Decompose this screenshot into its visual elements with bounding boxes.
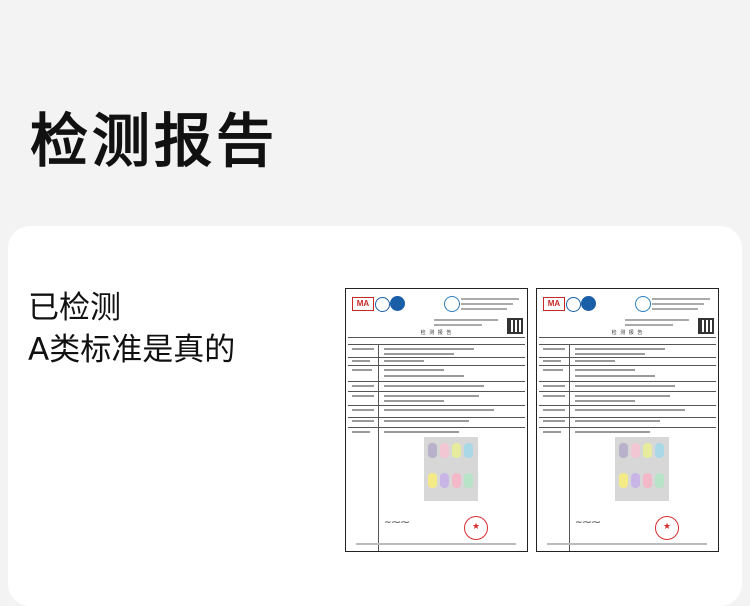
sample-sock <box>631 473 640 488</box>
sample-sock <box>440 473 449 488</box>
sample-sock <box>643 473 652 488</box>
page-title: 检测报告 <box>30 107 279 175</box>
testing-org-logo-icon <box>635 296 651 312</box>
test-report-image-1: MA 检 测 报 告 ~⁓⁓ ★ <box>345 288 528 552</box>
cnas-logo-icon <box>581 296 596 311</box>
cma-logo-icon: MA <box>543 297 565 311</box>
cnas-logo-icon <box>390 296 405 311</box>
sample-sock <box>619 473 628 488</box>
sample-sock <box>619 443 628 458</box>
sample-sock <box>655 443 664 458</box>
signature: ~⁓⁓ <box>575 518 601 528</box>
report-header: MA <box>541 293 714 315</box>
ilac-logo-icon <box>566 297 581 312</box>
report-title: 检 测 报 告 <box>611 330 644 336</box>
red-seal-stamp-icon: ★ <box>464 516 488 540</box>
sample-sock <box>428 473 437 488</box>
sample-sock <box>452 473 461 488</box>
claim-line-1: 已检测 <box>28 290 121 326</box>
sample-sock <box>631 443 640 458</box>
sample-sock <box>452 443 461 458</box>
report-title: 检 测 报 告 <box>420 330 453 336</box>
claim-text: 已检测 A类标准是真的 <box>28 288 235 372</box>
sample-sock <box>643 443 652 458</box>
sample-sock <box>464 443 473 458</box>
cma-logo-icon: MA <box>352 297 374 311</box>
report-header: MA <box>350 293 523 315</box>
signature: ~⁓⁓ <box>384 518 410 528</box>
ilac-logo-icon <box>375 297 390 312</box>
sample-sock <box>428 443 437 458</box>
sample-sock <box>440 443 449 458</box>
claim-line-2: A类标准是真的 <box>28 331 236 368</box>
sample-sock <box>655 473 664 488</box>
test-report-image-2: MA 检 测 报 告 ~⁓⁓ ★ <box>536 288 719 552</box>
sample-photo <box>615 437 669 501</box>
sample-photo <box>424 437 478 501</box>
red-seal-stamp-icon: ★ <box>655 516 679 540</box>
testing-org-logo-icon <box>444 296 460 312</box>
sample-sock <box>464 473 473 488</box>
